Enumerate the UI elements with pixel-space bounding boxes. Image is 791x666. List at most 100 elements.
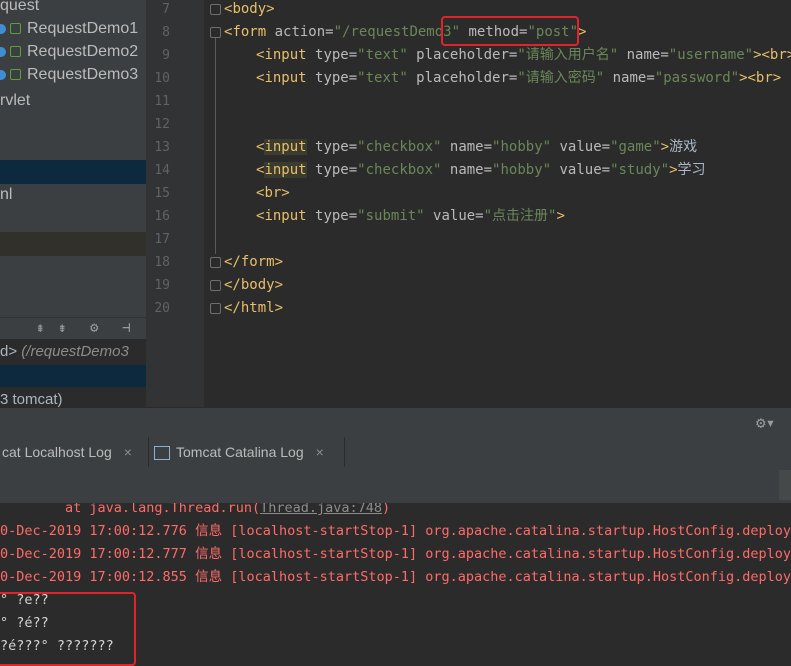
collapse-all-icon[interactable]: ⇟ xyxy=(58,320,66,336)
selected-row-highlight xyxy=(0,160,146,184)
code-token: "点击注册" xyxy=(483,208,557,224)
debug-frame-prefix: d> xyxy=(0,343,18,360)
tab-label: cat Localhost Log xyxy=(2,444,112,460)
line-number: 20 xyxy=(154,301,170,316)
annotation-highlight-box xyxy=(0,592,136,666)
code-line-16[interactable]: <input type="submit" value="点击注册"> xyxy=(256,205,565,228)
code-token: "请输入用户名" xyxy=(517,47,619,63)
code-token: placeholder= xyxy=(407,70,518,86)
code-token: "text" xyxy=(357,70,408,86)
lock-icon xyxy=(10,23,21,35)
lock-icon xyxy=(10,69,21,81)
code-token: 学习 xyxy=(677,162,706,178)
tab-divider xyxy=(148,437,149,467)
debug-frame-path: (/requestDemo3 xyxy=(21,343,129,360)
run-panel-header: ⚙▾ xyxy=(0,407,791,438)
code-line-7[interactable]: <body> xyxy=(224,0,275,21)
gear-icon[interactable]: ⚙▾ xyxy=(756,413,775,432)
code-token: value= xyxy=(424,208,484,224)
tab-catalina-log[interactable]: Tomcat Catalina Log × xyxy=(154,437,324,467)
code-token: input xyxy=(264,47,307,63)
console-line: 0-Dec-2019 17:00:12.855 信息 [localhost-st… xyxy=(0,569,791,585)
console-text: at java.lang.Thread.run( xyxy=(0,503,261,516)
code-line-10[interactable]: <input type="text" placeholder="请输入密码" n… xyxy=(256,67,781,90)
code-token: name= xyxy=(441,162,493,178)
debug-frame-line[interactable]: d> (/requestDemo3 xyxy=(0,341,129,363)
fold-marker-icon[interactable] xyxy=(210,257,221,268)
code-token: input xyxy=(264,162,307,178)
code-token: >< xyxy=(753,47,770,63)
code-token: br xyxy=(264,185,282,201)
project-panel: quest RequestDemo1 RequestDemo2 RequestD… xyxy=(0,0,146,317)
code-line-19[interactable]: </body> xyxy=(224,274,283,297)
code-token: > xyxy=(274,300,284,316)
code-token: input xyxy=(264,70,307,86)
code-token: value= xyxy=(551,139,611,155)
tree-item-requestdemo3[interactable]: RequestDemo3 xyxy=(0,64,138,86)
gear-icon[interactable]: ⚙ xyxy=(90,320,98,336)
code-token: input xyxy=(264,208,307,224)
code-line-20[interactable]: </html> xyxy=(224,297,283,320)
close-icon[interactable]: × xyxy=(124,444,132,460)
close-icon[interactable]: × xyxy=(316,444,324,460)
code-token: name= xyxy=(441,139,493,155)
tree-item-label: RequestDemo2 xyxy=(27,43,139,60)
lock-icon xyxy=(10,46,21,58)
line-number: 10 xyxy=(154,71,170,86)
tree-item-label: RequestDemo1 xyxy=(27,20,139,37)
code-token: "game" xyxy=(610,139,661,155)
log-filter-bar xyxy=(0,467,791,503)
tree-item-servlet[interactable]: rvlet xyxy=(0,90,30,112)
fold-marker-icon[interactable] xyxy=(210,4,221,15)
code-token: "hobby" xyxy=(492,162,552,178)
stack-link[interactable]: Thread.java:748 xyxy=(260,503,382,516)
code-token: >< xyxy=(739,70,756,86)
code-token: type= xyxy=(306,139,358,155)
line-number: 13 xyxy=(154,140,170,155)
code-line-18[interactable]: </form> xyxy=(224,251,283,274)
tree-item-html[interactable]: nl xyxy=(0,184,12,206)
code-line-15[interactable]: <br> xyxy=(256,182,290,205)
code-token: > xyxy=(274,277,284,293)
line-number: 12 xyxy=(154,117,170,132)
line-number: 9 xyxy=(162,48,170,63)
annotation-highlight-box xyxy=(441,16,579,46)
line-number: 7 xyxy=(162,2,170,17)
debug-toolbar: ⇞ ⇟ ⚙ ⊣ xyxy=(0,317,146,340)
code-token: form xyxy=(240,254,275,270)
code-line-13[interactable]: <input type="checkbox" name="hobby" valu… xyxy=(256,136,697,159)
code-line-9[interactable]: <input type="text" placeholder="请输入用户名" … xyxy=(256,44,791,67)
selected-frame-highlight xyxy=(0,365,146,387)
tree-item-requestdemo1[interactable]: RequestDemo1 xyxy=(0,18,138,40)
code-token: > xyxy=(669,162,678,178)
tree-item-requestdemo2[interactable]: RequestDemo2 xyxy=(0,41,138,63)
tree-item-request[interactable]: quest xyxy=(0,0,39,17)
code-token: action= xyxy=(266,24,334,40)
code-token: > xyxy=(556,208,565,224)
fold-marker-icon[interactable] xyxy=(210,27,221,38)
tree-item-label: rvlet xyxy=(0,92,31,109)
pin-icon[interactable]: ⊣ xyxy=(122,320,130,336)
tab-localhost-log[interactable]: cat Localhost Log × xyxy=(2,437,132,467)
fold-marker-icon[interactable] xyxy=(210,303,221,314)
code-token: br xyxy=(769,47,787,63)
code-token: type= xyxy=(306,208,358,224)
expand-all-icon[interactable]: ⇞ xyxy=(36,320,44,336)
code-token: name= xyxy=(604,70,655,86)
line-number: 8 xyxy=(162,25,170,40)
code-token: > xyxy=(772,70,782,86)
fold-marker-icon[interactable] xyxy=(210,280,221,291)
code-token: > xyxy=(578,24,587,40)
code-token: </ xyxy=(224,300,241,316)
tree-item-label: nl xyxy=(0,186,13,203)
tree-item-label: quest xyxy=(0,0,40,14)
code-token: placeholder= xyxy=(407,47,518,63)
line-number: 18 xyxy=(154,255,170,270)
code-token: "请输入密码" xyxy=(517,70,605,86)
code-token: body xyxy=(240,277,275,293)
code-token: > xyxy=(787,47,791,63)
code-token: "submit" xyxy=(357,208,425,224)
code-line-14[interactable]: <input type="checkbox" name="hobby" valu… xyxy=(256,159,706,182)
scroll-button[interactable] xyxy=(779,470,791,500)
line-number: 11 xyxy=(154,94,170,109)
